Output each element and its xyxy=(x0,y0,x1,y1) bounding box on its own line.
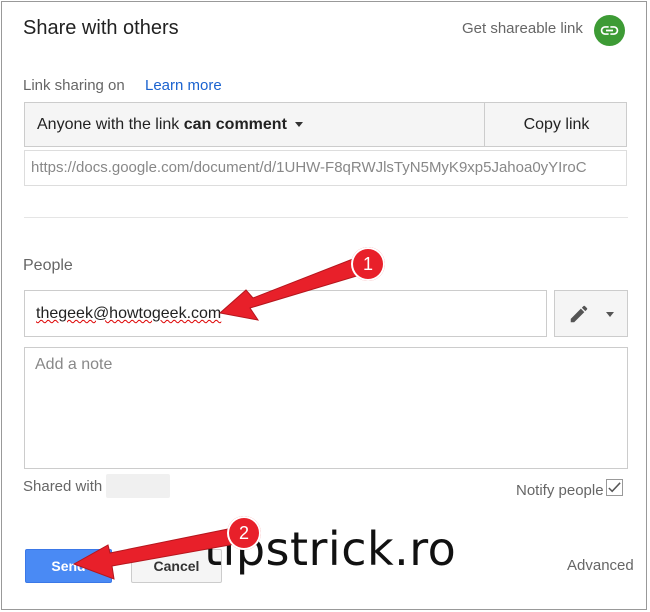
dialog-title: Share with others xyxy=(23,17,179,39)
link-sharing-status: Link sharing on xyxy=(23,77,125,94)
people-label: People xyxy=(23,257,73,274)
caret-down-icon xyxy=(294,122,303,128)
permission-level: can comment xyxy=(183,116,287,133)
copy-link-button[interactable]: Copy link xyxy=(486,103,627,146)
notify-people-checkbox[interactable] xyxy=(606,479,623,496)
advanced-link[interactable]: Advanced xyxy=(567,557,634,574)
link-permission-dropdown[interactable]: Anyone with the link can comment xyxy=(25,103,485,146)
people-email-value: thegeek@howtogeek.com xyxy=(36,305,222,322)
divider xyxy=(24,217,628,218)
link-icon[interactable] xyxy=(594,15,625,46)
permission-edit-button[interactable] xyxy=(554,290,628,337)
link-permission-row: Anyone with the link can comment Copy li… xyxy=(24,102,627,147)
caret-down-icon xyxy=(606,312,614,317)
learn-more-link[interactable]: Learn more xyxy=(145,77,222,94)
share-url-field[interactable]: https://docs.google.com/document/d/1UHW-… xyxy=(24,150,627,186)
send-button[interactable]: Send xyxy=(25,549,112,583)
add-note-textarea[interactable]: Add a note xyxy=(24,347,628,469)
notify-people-label: Notify people xyxy=(516,482,604,499)
permission-prefix: Anyone with the link xyxy=(37,116,184,133)
annotation-badge-1: 1 xyxy=(351,247,385,281)
get-shareable-link-text[interactable]: Get shareable link xyxy=(462,20,583,37)
people-email-input[interactable]: thegeek@howtogeek.com xyxy=(24,290,547,337)
pencil-icon xyxy=(570,305,588,323)
checkmark-icon xyxy=(608,482,621,493)
annotation-badge-2: 2 xyxy=(227,516,261,550)
shared-with-label: Shared with xyxy=(23,478,103,495)
shared-with-redacted xyxy=(106,474,170,498)
